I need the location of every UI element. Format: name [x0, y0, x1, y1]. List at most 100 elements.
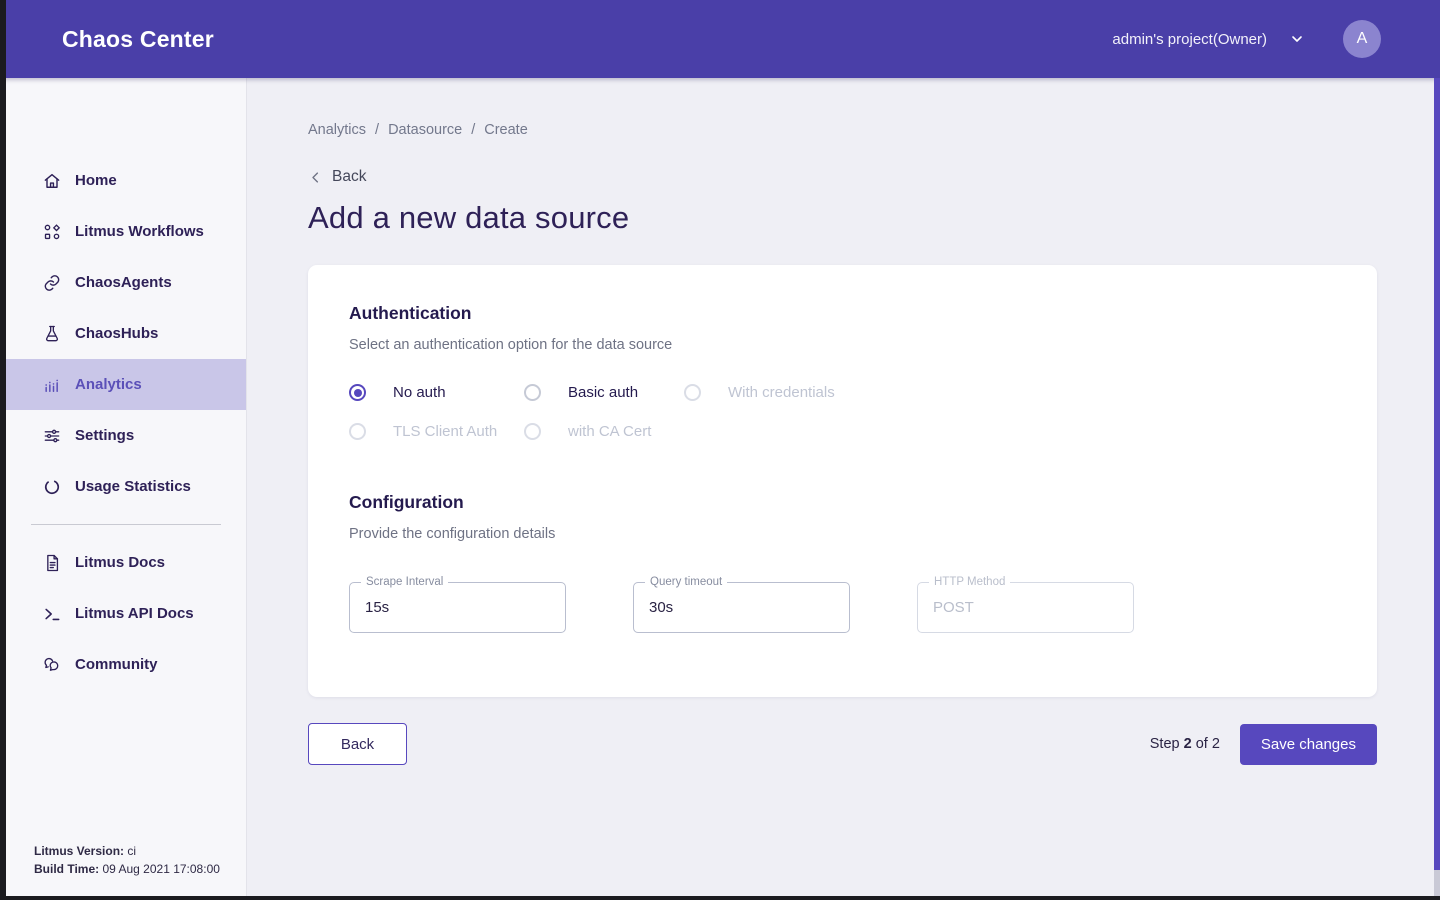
step-prefix: Step — [1150, 736, 1180, 752]
query-timeout-label: Query timeout — [645, 576, 727, 588]
radio-selected-icon[interactable] — [349, 384, 366, 401]
radio-option-basic-auth[interactable]: Basic auth — [524, 384, 684, 401]
window-edge-bottom — [0, 896, 1440, 900]
breadcrumb-datasource[interactable]: Datasource — [388, 122, 462, 138]
sidebar-item-community[interactable]: Community — [6, 639, 246, 690]
breadcrumb-separator: / — [375, 122, 379, 138]
back-link[interactable]: Back — [308, 168, 1440, 186]
sidebar-item-settings[interactable]: Settings — [6, 410, 246, 461]
sidebar-item-label: ChaosAgents — [75, 274, 172, 291]
back-button[interactable]: Back — [308, 723, 407, 765]
step-suffix: of 2 — [1196, 736, 1220, 752]
bottom-right-group: Step 2 of 2 Save changes — [1150, 724, 1377, 765]
scrollbar-thumb[interactable] — [1434, 78, 1440, 870]
chevron-down-icon[interactable] — [1289, 31, 1305, 47]
app-title: Chaos Center — [62, 26, 214, 53]
sidebar-divider — [31, 524, 221, 525]
configuration-fields: Scrape Interval Query timeout HTTP Metho… — [349, 582, 1336, 633]
radio-unselected-icon[interactable] — [524, 384, 541, 401]
workflows-icon — [41, 221, 62, 242]
radio-label: TLS Client Auth — [393, 423, 497, 440]
authentication-section-title: Authentication — [349, 303, 1336, 324]
radio-disabled-icon — [684, 384, 701, 401]
radio-disabled-icon — [349, 423, 366, 440]
document-icon — [41, 552, 62, 573]
radio-option-with-credentials: With credentials — [684, 384, 835, 401]
top-header: Chaos Center admin's project(Owner) A — [0, 0, 1440, 78]
page-title: Add a new data source — [308, 200, 1440, 236]
litmus-version-label: Litmus Version: — [34, 844, 124, 858]
terminal-icon — [41, 603, 62, 624]
breadcrumb: Analytics / Datasource / Create — [308, 122, 1440, 138]
sidebar-item-litmus-workflows[interactable]: Litmus Workflows — [6, 206, 246, 257]
step-current: 2 — [1184, 736, 1192, 752]
sidebar-item-label: Home — [75, 172, 117, 189]
build-time-value: 09 Aug 2021 17:08:00 — [102, 862, 219, 876]
header-right: admin's project(Owner) A — [1112, 20, 1381, 58]
sidebar-item-chaoshubs[interactable]: ChaosHubs — [6, 308, 246, 359]
sidebar: Home Litmus Workflows ChaosAgents ChaosH… — [6, 78, 247, 896]
flask-icon — [41, 323, 62, 344]
sidebar-item-label: Analytics — [75, 376, 142, 393]
sliders-icon — [41, 425, 62, 446]
build-time-line: Build Time: 09 Aug 2021 17:08:00 — [34, 860, 220, 878]
breadcrumb-create: Create — [484, 122, 528, 138]
avatar[interactable]: A — [1343, 20, 1381, 58]
sidebar-item-label: Litmus Workflows — [75, 223, 204, 240]
sidebar-item-litmus-docs[interactable]: Litmus Docs — [6, 537, 246, 588]
litmus-version-line: Litmus Version: ci — [34, 842, 220, 860]
scrape-interval-label: Scrape Interval — [361, 576, 448, 588]
radio-option-no-auth[interactable]: No auth — [349, 384, 524, 401]
sidebar-item-chaosagents[interactable]: ChaosAgents — [6, 257, 246, 308]
step-indicator: Step 2 of 2 — [1150, 736, 1220, 752]
bottom-action-bar: Back Step 2 of 2 Save changes — [308, 723, 1377, 765]
scrollbar-track[interactable] — [1434, 78, 1440, 896]
radio-label: Basic auth — [568, 384, 638, 401]
radio-label: With credentials — [728, 384, 835, 401]
http-method-label: HTTP Method — [929, 576, 1010, 588]
http-method-input — [918, 583, 1133, 632]
sidebar-item-analytics[interactable]: Analytics — [6, 359, 246, 410]
home-icon — [41, 170, 62, 191]
sidebar-item-home[interactable]: Home — [6, 155, 246, 206]
sidebar-item-label: Community — [75, 656, 158, 673]
radio-disabled-icon — [524, 423, 541, 440]
radio-label: with CA Cert — [568, 423, 651, 440]
back-link-label: Back — [332, 168, 366, 186]
scrape-interval-field: Scrape Interval — [349, 582, 566, 633]
scrape-interval-input[interactable] — [350, 583, 565, 632]
configuration-section: Configuration Provide the configuration … — [349, 492, 1336, 633]
query-timeout-field: Query timeout — [633, 582, 850, 633]
save-changes-button[interactable]: Save changes — [1240, 724, 1377, 765]
chat-bubbles-icon — [41, 654, 62, 675]
sidebar-item-label: Litmus Docs — [75, 554, 165, 571]
litmus-version-value: ci — [127, 844, 136, 858]
radio-label: No auth — [393, 384, 446, 401]
auth-options-row-1: No auth Basic auth With credentials — [349, 384, 1336, 401]
bar-chart-icon — [41, 374, 62, 395]
configuration-section-title: Configuration — [349, 492, 1336, 513]
project-selector-label[interactable]: admin's project(Owner) — [1112, 31, 1267, 48]
build-info: Litmus Version: ci Build Time: 09 Aug 20… — [34, 842, 220, 878]
chevron-left-icon — [308, 170, 323, 185]
sidebar-item-label: Litmus API Docs — [75, 605, 194, 622]
http-method-field: HTTP Method — [917, 582, 1134, 633]
sidebar-item-label: Usage Statistics — [75, 478, 191, 495]
breadcrumb-separator: / — [471, 122, 475, 138]
sidebar-item-usage-statistics[interactable]: Usage Statistics — [6, 461, 246, 512]
query-timeout-input[interactable] — [634, 583, 849, 632]
authentication-section-subtitle: Select an authentication option for the … — [349, 337, 1336, 353]
app-window: Chaos Center admin's project(Owner) A Ho… — [0, 0, 1440, 900]
sidebar-item-litmus-api-docs[interactable]: Litmus API Docs — [6, 588, 246, 639]
breadcrumb-analytics[interactable]: Analytics — [308, 122, 366, 138]
auth-options-row-2: TLS Client Auth with CA Cert — [349, 423, 1336, 440]
build-time-label: Build Time: — [34, 862, 99, 876]
configuration-section-subtitle: Provide the configuration details — [349, 526, 1336, 542]
radio-option-with-ca-cert: with CA Cert — [524, 423, 651, 440]
window-edge-left — [0, 0, 6, 900]
sidebar-item-label: ChaosHubs — [75, 325, 158, 342]
loader-circle-icon — [41, 476, 62, 497]
main-content: Analytics / Datasource / Create Back Add… — [247, 78, 1440, 896]
datasource-form-card: Authentication Select an authentication … — [308, 265, 1377, 697]
sidebar-item-label: Settings — [75, 427, 134, 444]
